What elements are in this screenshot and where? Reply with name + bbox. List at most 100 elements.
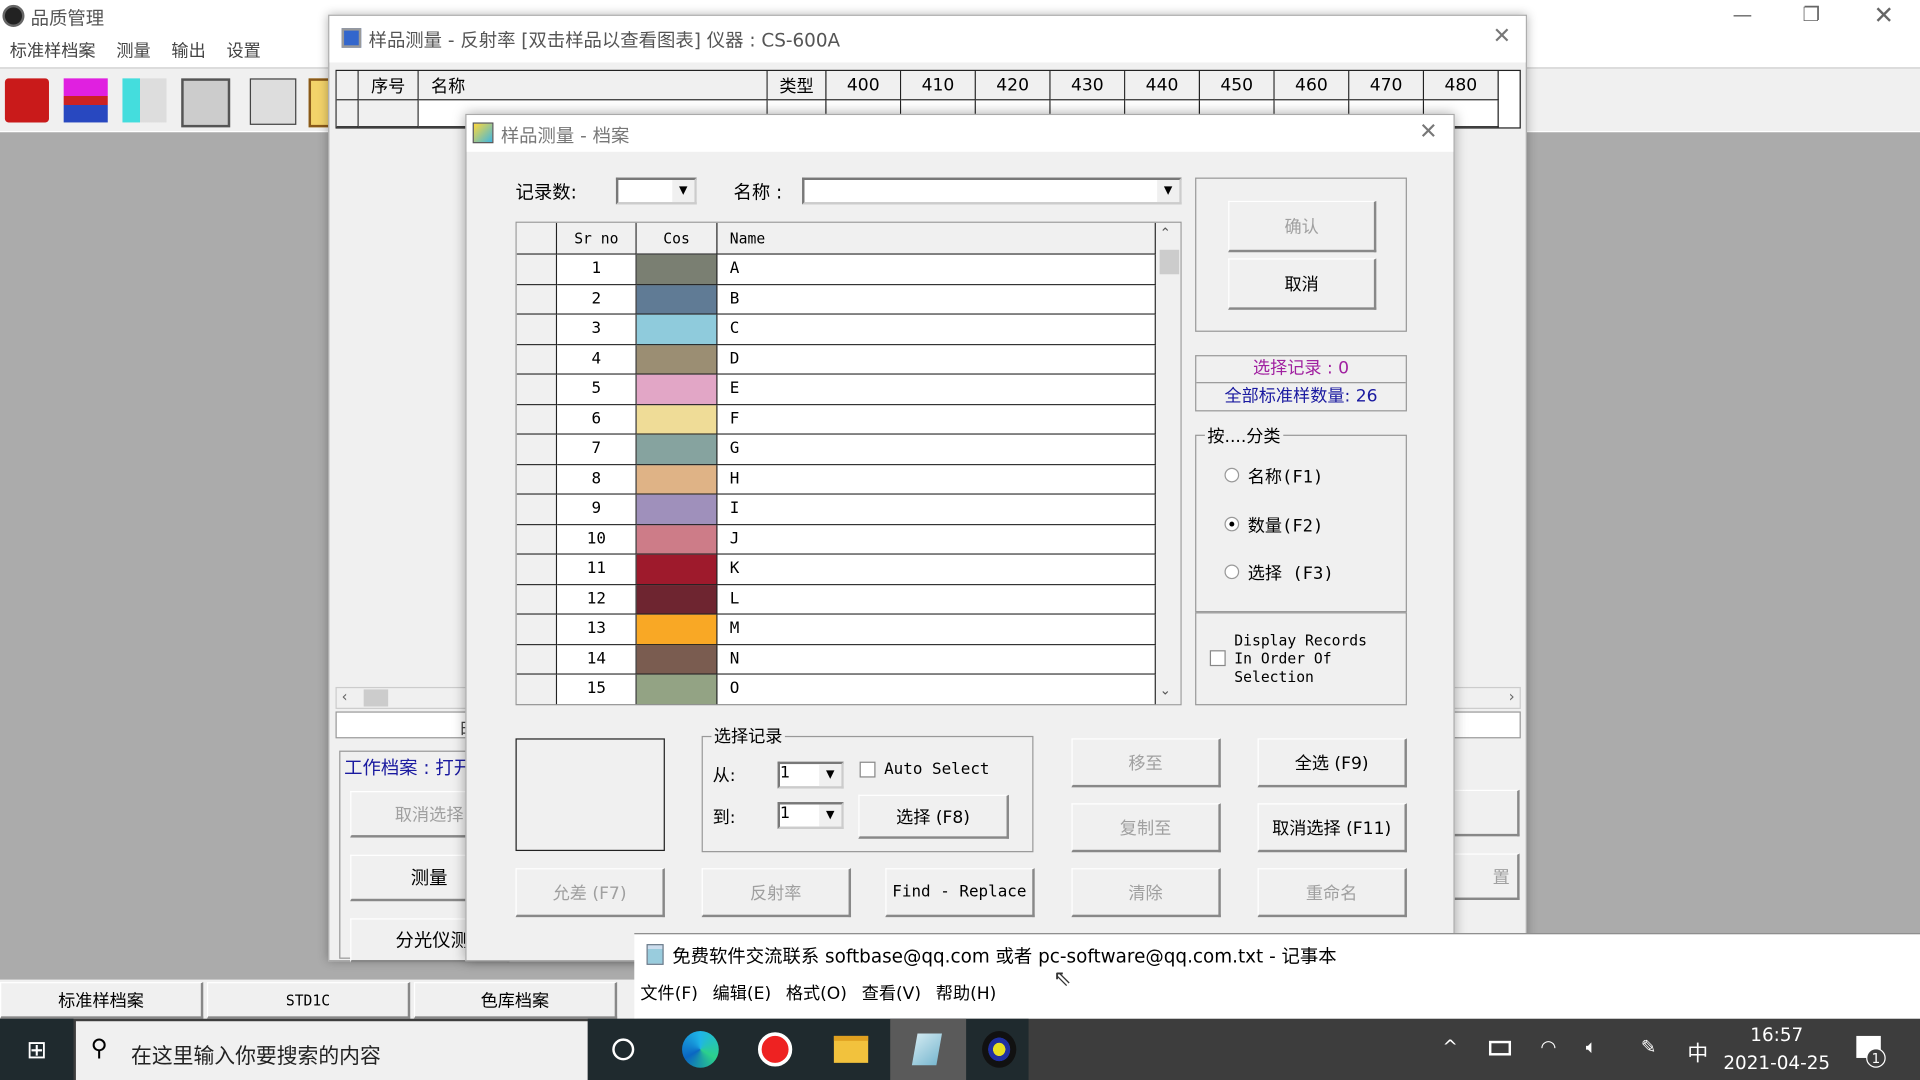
sr-no-cell[interactable]: 6 xyxy=(557,404,637,435)
name-cell[interactable]: G xyxy=(717,434,1156,465)
name-cell[interactable]: N xyxy=(717,644,1156,675)
color-swatch[interactable] xyxy=(636,524,718,555)
row-indicator[interactable] xyxy=(516,644,558,675)
row-indicator[interactable] xyxy=(516,284,558,315)
minimize-button[interactable]: — xyxy=(1733,2,1753,25)
windows-start-icon[interactable]: ⊞ xyxy=(0,1018,74,1080)
name-cell[interactable]: L xyxy=(717,584,1156,615)
sr-no-cell[interactable]: 5 xyxy=(557,374,637,405)
deselect-f11-button[interactable]: 取消选择 (F11) xyxy=(1257,803,1407,853)
row-indicator[interactable] xyxy=(516,494,558,525)
wifi-icon[interactable]: ◠ xyxy=(1540,1036,1556,1058)
red-book-icon[interactable] xyxy=(4,78,49,123)
notepad-taskbar-button[interactable] xyxy=(890,1018,967,1080)
name-cell[interactable]: D xyxy=(717,344,1156,375)
ime-indicator[interactable]: 中 xyxy=(1687,1036,1708,1066)
row-indicator[interactable] xyxy=(516,314,558,345)
copy-to-button[interactable]: 复制至 xyxy=(1071,803,1221,853)
name-cell[interactable]: A xyxy=(717,254,1156,285)
auto-select-checkbox[interactable] xyxy=(859,761,876,778)
chevron-down-icon[interactable]: ▼ xyxy=(1157,180,1180,203)
menu-help[interactable]: 帮助(H) xyxy=(936,981,997,1005)
name-cell[interactable]: C xyxy=(717,314,1156,345)
menu-file[interactable]: 文件(F) xyxy=(640,981,698,1005)
column-header[interactable]: 400 xyxy=(826,71,902,101)
column-header[interactable]: 420 xyxy=(975,71,1051,101)
row-indicator[interactable] xyxy=(516,254,558,285)
rename-button[interactable]: 重命名 xyxy=(1257,868,1407,918)
chevron-down-icon[interactable]: ▼ xyxy=(672,180,695,203)
color-swatch[interactable] xyxy=(636,584,718,615)
column-header[interactable]: Sr no xyxy=(557,222,637,255)
name-cell[interactable]: M xyxy=(717,614,1156,645)
color-swatch[interactable] xyxy=(636,344,718,375)
row-indicator[interactable] xyxy=(516,434,558,465)
name-cell[interactable]: H xyxy=(717,464,1156,495)
partial-button[interactable] xyxy=(1453,789,1520,837)
column-header[interactable]: 序号 xyxy=(358,71,419,101)
sr-no-cell[interactable]: 14 xyxy=(557,644,637,675)
sr-no-cell[interactable]: 15 xyxy=(557,674,637,705)
sr-no-cell[interactable]: 13 xyxy=(557,614,637,645)
show-hidden-icons[interactable]: ^ xyxy=(1442,1036,1457,1058)
stacked-books-icon[interactable] xyxy=(63,78,108,123)
restore-button[interactable]: ❐ xyxy=(1802,2,1820,25)
pen-icon[interactable]: ✎ xyxy=(1641,1036,1656,1058)
name-cell[interactable]: B xyxy=(717,284,1156,315)
clear-button[interactable]: 清除 xyxy=(1071,868,1221,918)
color-swatch[interactable] xyxy=(636,314,718,345)
scroll-thumb[interactable] xyxy=(363,689,389,707)
name-cell[interactable]: J xyxy=(717,524,1156,555)
row-indicator[interactable] xyxy=(516,554,558,585)
cancel-button[interactable]: 取消 xyxy=(1228,258,1377,310)
reflectance-button[interactable]: 反射率 xyxy=(701,868,852,918)
sr-no-cell[interactable]: 3 xyxy=(557,314,637,345)
confirm-button[interactable]: 确认 xyxy=(1228,200,1377,253)
row-indicator[interactable] xyxy=(516,524,558,555)
color-swatch[interactable] xyxy=(636,674,718,705)
search-box[interactable]: ⚲ 在这里输入你要搜索的内容 xyxy=(75,1021,588,1080)
sr-no-cell[interactable]: 11 xyxy=(557,554,637,585)
name-cell[interactable]: K xyxy=(717,554,1156,585)
row-indicator[interactable] xyxy=(516,464,558,495)
column-header[interactable]: 450 xyxy=(1200,71,1275,101)
app-eye-icon[interactable] xyxy=(982,1031,1017,1068)
row-indicator[interactable] xyxy=(516,404,558,435)
sr-no-cell[interactable]: 1 xyxy=(557,254,637,285)
volume-icon[interactable]: 🔈︎ xyxy=(1586,1036,1597,1058)
sr-no-cell[interactable]: 8 xyxy=(557,464,637,495)
name-combo[interactable]: ▼ xyxy=(802,177,1182,205)
column-header[interactable]: 类型 xyxy=(767,71,827,101)
name-cell[interactable]: E xyxy=(717,374,1156,405)
column-header[interactable]: 460 xyxy=(1274,71,1350,101)
row-indicator[interactable] xyxy=(516,374,558,405)
clock-date[interactable]: 2021-04-25 xyxy=(1720,1052,1833,1074)
from-combo[interactable]: 1 ▼ xyxy=(777,761,844,789)
edge-icon[interactable] xyxy=(682,1031,719,1068)
menu-output[interactable]: 输出 xyxy=(171,38,205,62)
menu-format[interactable]: 格式(O) xyxy=(786,981,847,1005)
menu-standards[interactable]: 标准样档案 xyxy=(10,38,96,62)
devices-icon[interactable] xyxy=(249,78,297,125)
move-to-button[interactable]: 移至 xyxy=(1071,738,1221,788)
form-report-icon[interactable] xyxy=(181,78,231,128)
row-indicator[interactable] xyxy=(516,674,558,705)
column-header[interactable]: 480 xyxy=(1424,71,1499,101)
find-replace-button[interactable]: Find - Replace xyxy=(885,868,1035,918)
sr-no-cell[interactable]: 4 xyxy=(557,344,637,375)
name-cell[interactable]: O xyxy=(717,674,1156,705)
scroll-up-icon[interactable]: ⌃ xyxy=(1160,225,1171,241)
column-header[interactable]: Cos xyxy=(636,222,718,255)
column-header[interactable]: 410 xyxy=(901,71,976,101)
color-swatch[interactable] xyxy=(636,254,718,285)
scroll-thumb[interactable] xyxy=(1159,249,1180,275)
select-f8-button[interactable]: 选择 (F8) xyxy=(858,794,1009,839)
sort-radio[interactable] xyxy=(1224,467,1240,483)
tab-standards[interactable]: 标准样档案 xyxy=(0,982,204,1019)
column-header[interactable]: 名称 xyxy=(418,71,768,101)
chevron-down-icon[interactable]: ▼ xyxy=(819,764,842,787)
display-order-checkbox[interactable] xyxy=(1209,650,1226,667)
battery-icon[interactable] xyxy=(1488,1040,1512,1056)
color-swatch[interactable] xyxy=(636,644,718,675)
color-swatch[interactable] xyxy=(636,434,718,465)
